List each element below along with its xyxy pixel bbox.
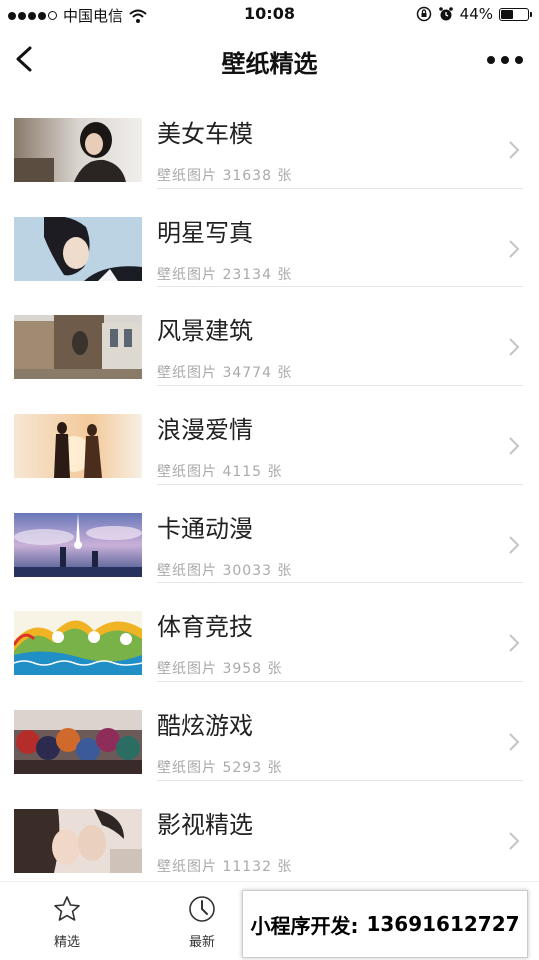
category-item[interactable]: 美女车模 壁纸图片 31638 张 [0, 90, 539, 189]
battery-percent: 44% [459, 5, 493, 23]
category-thumbnail [14, 118, 142, 182]
category-title: 美女车模 [157, 120, 253, 148]
category-title: 体育竞技 [157, 613, 253, 642]
battery-icon [499, 7, 532, 21]
battery-fill [501, 9, 514, 19]
status-bar: 中国电信 10:08 44% [0, 0, 539, 30]
category-thumbnail [14, 512, 142, 577]
star-icon [54, 896, 80, 921]
chevron-right-icon [509, 634, 520, 653]
category-thumbnail [14, 611, 142, 676]
category-count: 壁纸图片 30033 张 [157, 562, 293, 579]
category-item[interactable]: 风景建筑 壁纸图片 34774 张 [0, 287, 539, 387]
category-thumbnail [14, 808, 142, 873]
category-title: 酷炫游戏 [157, 712, 253, 741]
category-item[interactable]: 酷炫游戏 壁纸图片 5293 张 [0, 682, 539, 781]
category-thumbnail [14, 710, 142, 775]
tab-latest[interactable]: 最新 [167, 894, 237, 950]
status-right: 44% [416, 5, 532, 23]
chevron-right-icon [509, 338, 520, 357]
category-count: 壁纸图片 23134 张 [157, 266, 293, 283]
category-list: 美女车模 壁纸图片 31638 张 明星写真 壁纸图片 23134 张 风景建筑… [0, 90, 539, 880]
tab-label: 最新 [188, 935, 215, 950]
category-count: 壁纸图片 34774 张 [157, 365, 293, 382]
category-thumbnail [14, 414, 142, 479]
tab-label: 精选 [53, 935, 80, 950]
chevron-right-icon [509, 536, 520, 554]
chevron-right-icon [509, 239, 520, 258]
tab-featured[interactable]: 精选 [32, 894, 102, 950]
category-count: 壁纸图片 4115 张 [157, 464, 283, 481]
category-title: 浪漫爱情 [157, 416, 253, 445]
chevron-right-icon [509, 832, 520, 850]
category-item[interactable]: 影视精选 壁纸图片 11132 张 [0, 781, 539, 880]
alarm-icon [438, 7, 453, 21]
category-title: 明星写真 [157, 218, 253, 247]
category-count: 壁纸图片 31638 张 [157, 168, 293, 184]
category-item[interactable]: 卡通动漫 壁纸图片 30033 张 [0, 485, 539, 584]
category-count: 壁纸图片 11132 张 [157, 858, 293, 875]
rotation-lock-icon [416, 6, 431, 22]
chevron-right-icon [509, 437, 520, 455]
promo-phone: 13691612727 [366, 912, 520, 936]
category-item[interactable]: 明星写真 壁纸图片 23134 张 [0, 189, 539, 288]
navigation-bar: 壁纸精选 [0, 30, 539, 90]
promo-banner: 小程序开发: 13691612727 [242, 890, 528, 958]
category-item[interactable]: 浪漫爱情 壁纸图片 4115 张 [0, 386, 539, 485]
chevron-right-icon [509, 733, 520, 751]
category-title: 影视精选 [157, 810, 253, 839]
clock-icon [189, 896, 215, 922]
category-thumbnail [14, 216, 142, 281]
page-title: 壁纸精选 [221, 50, 318, 78]
promo-label: 小程序开发: [250, 913, 359, 938]
category-count: 壁纸图片 5293 张 [157, 760, 283, 777]
category-item[interactable]: 体育竞技 壁纸图片 3958 张 [0, 583, 539, 683]
more-menu-icon[interactable] [487, 48, 523, 72]
chevron-right-icon [509, 141, 520, 159]
category-count: 壁纸图片 3958 张 [157, 661, 283, 678]
category-title: 风景建筑 [157, 317, 253, 346]
app-screen: 中国电信 10:08 44% 壁纸精选 美女车模 壁纸图片 31638 张 明星… [0, 0, 539, 960]
category-thumbnail [14, 315, 142, 380]
category-title: 卡通动漫 [157, 514, 253, 543]
